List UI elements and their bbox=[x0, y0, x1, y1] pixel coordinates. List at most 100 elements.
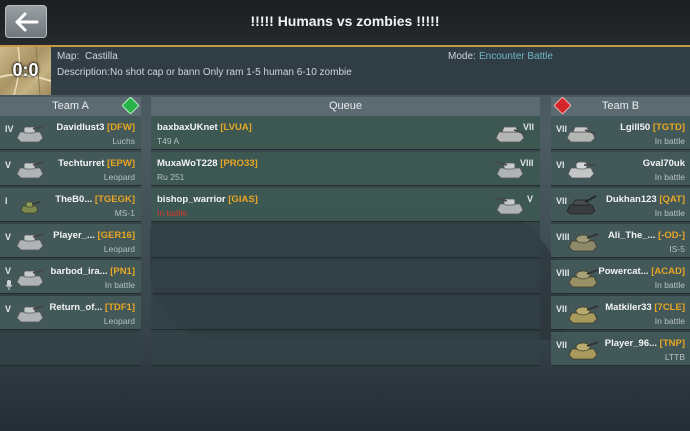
vehicle-label: Leopard bbox=[103, 172, 135, 182]
player-name: Gval70uk bbox=[642, 158, 685, 169]
vehicle-label: MS-1 bbox=[114, 208, 135, 218]
description-label: Description: bbox=[57, 67, 110, 78]
team-b-title: Team B bbox=[601, 100, 640, 112]
team-a-slot-1[interactable]: IV Davidlust3 [DFW] Luchs bbox=[0, 116, 141, 150]
tier-label: I bbox=[5, 196, 8, 206]
queue-slot-empty bbox=[151, 260, 540, 294]
score: 0:0 bbox=[12, 60, 39, 80]
vehicle-label: Ru 251 bbox=[157, 172, 185, 182]
queue-slot-2[interactable]: MuxaWoT228 [PRO33] Ru 251 VIII bbox=[151, 152, 540, 186]
light-tank-icon bbox=[16, 305, 45, 323]
td-tank-icon bbox=[566, 126, 597, 143]
status-label: In battle bbox=[654, 136, 685, 146]
queue-slot-1[interactable]: baxbaxUKnet [LVUA] T49 A VII bbox=[151, 116, 540, 150]
tier-label: V bbox=[5, 160, 12, 170]
team-b-slot-5[interactable]: VIII Powercat... [ACAD] In battle bbox=[551, 260, 690, 294]
room-info-bar: 0:0 Map: Castilla Description: No shot c… bbox=[0, 47, 690, 95]
queue-slot-empty bbox=[151, 332, 540, 366]
vehicle-label: LTTB bbox=[664, 352, 685, 362]
status-label: In battle bbox=[157, 208, 188, 218]
team-b-slot-7[interactable]: VII Player_96... [TNP] LTTB bbox=[551, 332, 690, 366]
team-a-marker-icon bbox=[121, 96, 140, 115]
light-tank-icon bbox=[16, 233, 45, 251]
mode-value: Encounter Battle bbox=[479, 51, 553, 62]
player-name: Dukhan123 [QAT] bbox=[605, 194, 685, 205]
heavy-tank-icon bbox=[568, 233, 599, 252]
player-name: Lgill50 [TGTD] bbox=[620, 122, 685, 133]
team-a-slot-5[interactable]: V barbod_ira... [PN1] In battle bbox=[0, 260, 141, 294]
team-a-header: Team A bbox=[0, 96, 141, 116]
player-name: Techturret [EPW] bbox=[58, 158, 135, 169]
tier-label: VII bbox=[556, 340, 568, 350]
vehicle-label: Luchs bbox=[112, 136, 135, 146]
queue-title: Queue bbox=[328, 100, 363, 112]
map-value: Castilla bbox=[85, 51, 118, 62]
queue-slot-3[interactable]: bishop_warrior [GIAS] In battle V bbox=[151, 188, 540, 222]
player-name: bishop_warrior [GIAS] bbox=[157, 194, 258, 205]
team-a-slot-4[interactable]: V Player_... [GER16] Leopard bbox=[0, 224, 141, 258]
vehicle-label: Leopard bbox=[103, 244, 135, 254]
small-tank-icon bbox=[20, 201, 41, 214]
player-name: Matkiler33 [7CLE] bbox=[605, 302, 685, 313]
light-tank-icon bbox=[16, 125, 45, 143]
team-a-panel: IV Davidlust3 [DFW] Luchs V Techturret [… bbox=[0, 116, 141, 369]
tier-label: V bbox=[5, 266, 12, 276]
team-a-slot-6[interactable]: V Return_of... [TDF1] Leopard bbox=[0, 296, 141, 330]
team-a-slot-3[interactable]: I TheB0... [TGEGK] MS-1 bbox=[0, 188, 141, 222]
queue-panel: baxbaxUKnet [LVUA] T49 A VII MuxaWoT228 … bbox=[151, 116, 540, 369]
description-value: No shot cap or bann Only ram 1-5 human 6… bbox=[110, 67, 352, 78]
queue-slot-empty bbox=[151, 224, 540, 258]
player-name: TheB0... [TGEGK] bbox=[55, 194, 135, 205]
status-label: In battle bbox=[654, 172, 685, 182]
player-name: baxbaxUKnet [LVUA] bbox=[157, 122, 252, 133]
td-tank-icon bbox=[566, 195, 597, 215]
vehicle-label: IS-5 bbox=[669, 244, 685, 254]
player-name: Ali_The_... [-OD-] bbox=[607, 230, 685, 241]
vehicle-label: T49 A bbox=[157, 136, 180, 146]
light-tank-icon bbox=[16, 161, 45, 179]
player-name: Return_of... [TDF1] bbox=[49, 302, 136, 313]
status-label: In battle bbox=[104, 280, 135, 290]
td-tank-icon bbox=[495, 126, 526, 143]
light-tank-icon bbox=[16, 269, 45, 287]
top-bar: !!!!! Humans vs zombies !!!!! bbox=[0, 0, 690, 47]
team-b-slot-6[interactable]: VII Matkiler33 [7CLE] In battle bbox=[551, 296, 690, 330]
team-b-marker-icon bbox=[553, 96, 572, 115]
tier-label: VII bbox=[556, 304, 568, 314]
room-title: !!!!! Humans vs zombies !!!!! bbox=[250, 13, 440, 29]
map-label: Map: bbox=[57, 51, 80, 62]
player-name: Player_96... [TNP] bbox=[604, 338, 685, 349]
team-b-slot-1[interactable]: VII Lgill50 [TGTD] In battle bbox=[551, 116, 690, 150]
player-name: barbod_ira... [PN1] bbox=[50, 266, 135, 277]
tier-label: VII bbox=[523, 122, 535, 132]
vehicle-label: Leopard bbox=[103, 316, 135, 326]
heavy-tank-icon bbox=[568, 305, 599, 324]
team-a-slot-2[interactable]: V Techturret [EPW] Leopard bbox=[0, 152, 141, 186]
status-label: In battle bbox=[654, 208, 685, 218]
player-name: Davidlust3 [DFW] bbox=[56, 122, 135, 133]
medium-tank-icon bbox=[567, 161, 596, 179]
mode-label: Mode: bbox=[448, 51, 476, 62]
team-a-title: Team A bbox=[52, 100, 89, 112]
team-b-panel: VII Lgill50 [TGTD] In battle VI Gval70uk… bbox=[551, 116, 690, 369]
status-label: In battle bbox=[654, 280, 685, 290]
queue-slot-empty bbox=[151, 296, 540, 330]
team-b-header: Team B bbox=[551, 96, 690, 116]
player-name: MuxaWoT228 [PRO33] bbox=[157, 158, 258, 169]
team-b-slot-4[interactable]: VIII Ali_The_... [-OD-] IS-5 bbox=[551, 224, 690, 258]
player-name: Powercat... [ACAD] bbox=[598, 266, 685, 277]
light-tank-icon bbox=[495, 197, 524, 215]
tier-label: V bbox=[5, 232, 12, 242]
map-thumbnail: 0:0 bbox=[0, 47, 51, 95]
player-name: Player_... [GER16] bbox=[53, 230, 135, 241]
status-label: In battle bbox=[654, 316, 685, 326]
tier-label: V bbox=[5, 304, 12, 314]
team-b-slot-2[interactable]: VI Gval70uk In battle bbox=[551, 152, 690, 186]
queue-header: Queue bbox=[151, 97, 540, 116]
tier-label: V bbox=[527, 194, 534, 204]
team-b-slot-3[interactable]: VII Dukhan123 [QAT] In battle bbox=[551, 188, 690, 222]
microphone-icon bbox=[5, 280, 13, 290]
tier-label: VIII bbox=[520, 158, 534, 168]
tier-label: VI bbox=[556, 160, 565, 170]
team-a-slot-empty[interactable] bbox=[0, 332, 141, 366]
